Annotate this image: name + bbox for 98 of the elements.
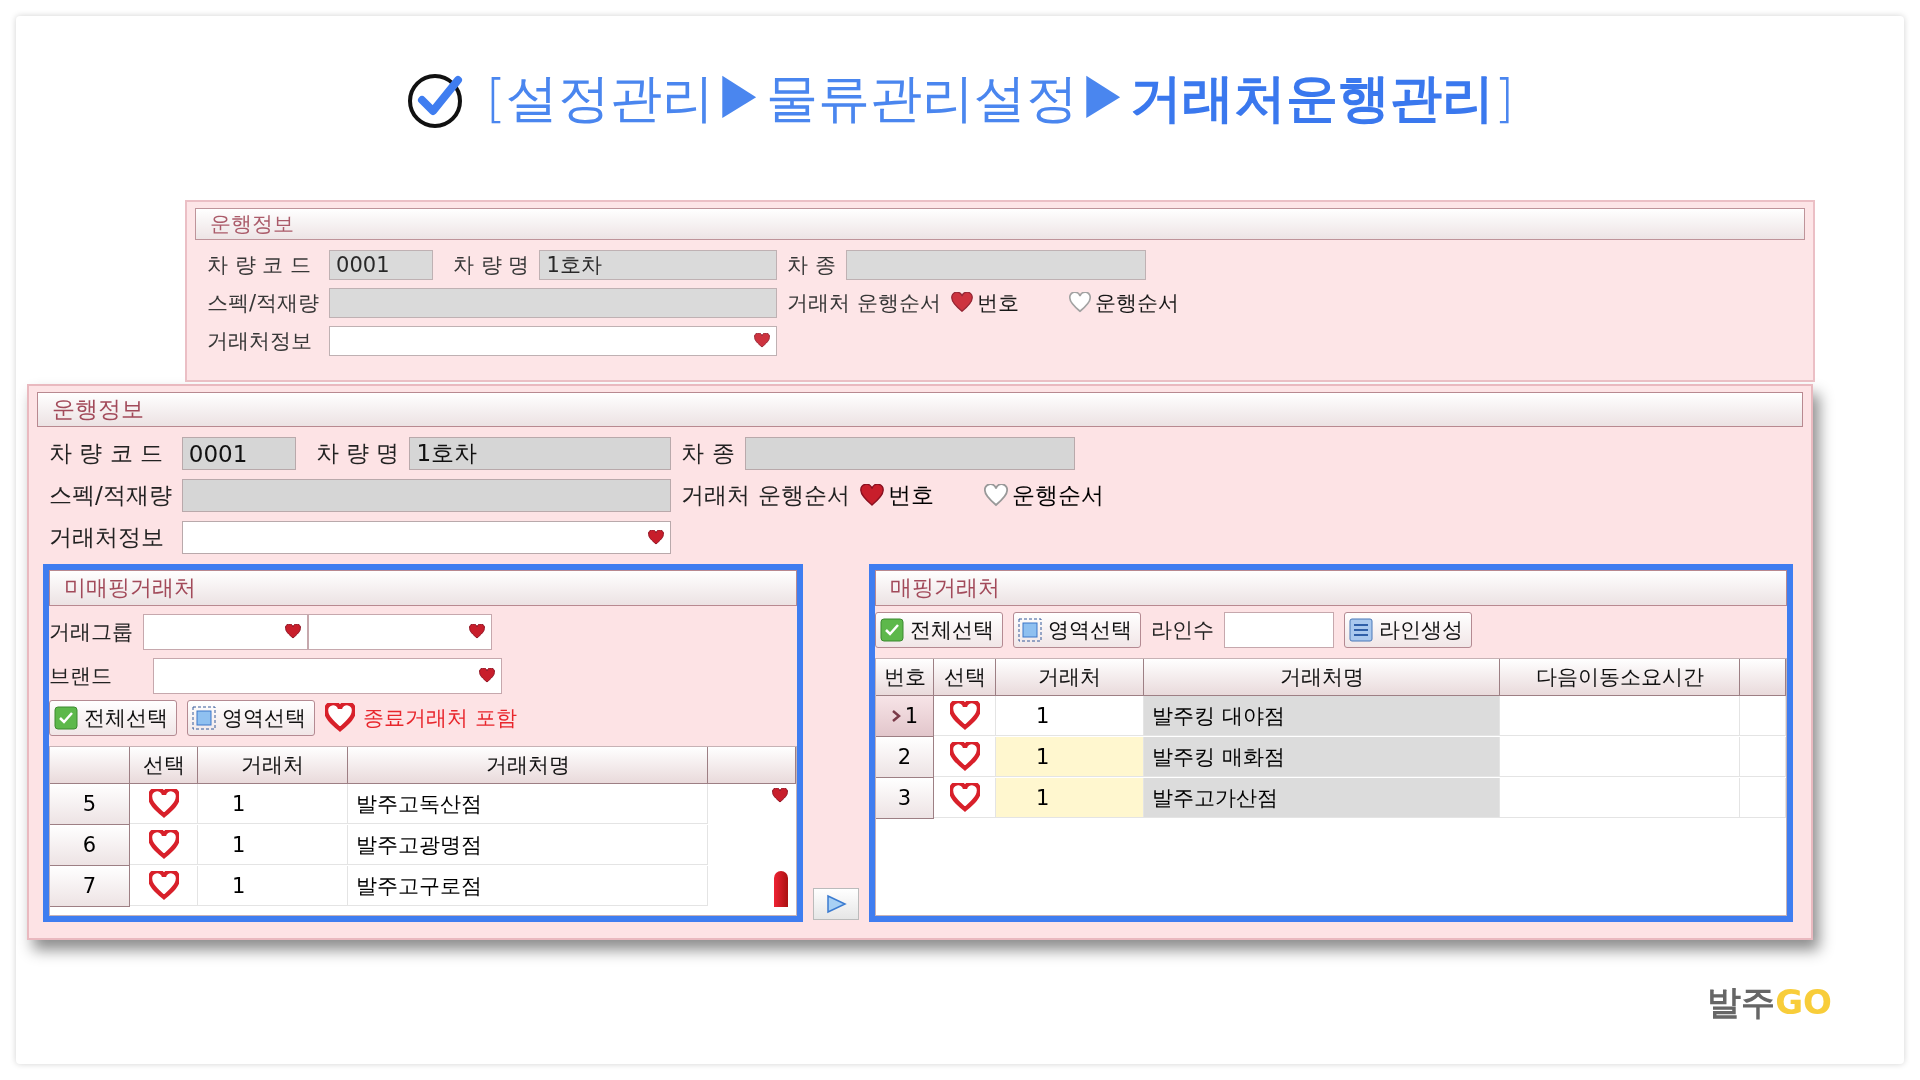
radio-option[interactable]: 운행순서 bbox=[983, 480, 1104, 511]
table-cell: 1 bbox=[996, 778, 1144, 818]
select-area-button[interactable]: 영역선택 bbox=[1013, 612, 1141, 648]
dropdown-field[interactable] bbox=[329, 326, 778, 356]
field-label: 거래처정보 bbox=[49, 523, 165, 552]
heart-checkbox-icon[interactable] bbox=[949, 700, 980, 731]
heart-icon bbox=[859, 483, 884, 508]
section-header: 운행정보 bbox=[37, 392, 1803, 427]
heart-icon bbox=[469, 624, 485, 640]
heart-checkbox-icon[interactable] bbox=[148, 829, 179, 860]
input-field[interactable] bbox=[744, 437, 1075, 470]
heart-icon bbox=[951, 292, 974, 314]
field-label: 차 종 bbox=[787, 252, 837, 279]
table-cell: 발주고구로점 bbox=[348, 866, 708, 906]
radio-option[interactable]: 번호 bbox=[859, 480, 934, 511]
heart-checkbox-icon[interactable] bbox=[148, 788, 179, 819]
list-icon bbox=[1349, 618, 1373, 642]
table-cell: 1 bbox=[198, 784, 348, 824]
table-cell: 발주킹 매화점 bbox=[1144, 737, 1500, 777]
move-right-button[interactable] bbox=[813, 888, 859, 920]
table-cell: 1 bbox=[198, 825, 348, 865]
heart-icon bbox=[983, 483, 1008, 508]
heart-checkbox-icon[interactable] bbox=[949, 741, 980, 772]
checkbox-icon bbox=[880, 618, 904, 642]
table-cell: 1 bbox=[198, 866, 348, 906]
column-header: 다음이동소요시간 bbox=[1500, 659, 1740, 696]
row-number: 2 bbox=[876, 737, 934, 778]
column-header: 거래처명 bbox=[348, 747, 708, 784]
input-field[interactable]: 0001 bbox=[329, 250, 434, 280]
row-number: 3 bbox=[876, 778, 934, 819]
scroll-up-icon bbox=[772, 788, 788, 804]
heart-checkbox-icon[interactable] bbox=[949, 782, 980, 813]
create-lines-button[interactable]: 라인생성 bbox=[1344, 612, 1472, 648]
table-cell: 발주고독산점 bbox=[348, 784, 708, 824]
scrollbar-thumb[interactable] bbox=[774, 871, 788, 907]
input-field[interactable] bbox=[1224, 612, 1334, 648]
checkbox-icon bbox=[54, 706, 78, 730]
dropdown-field[interactable] bbox=[143, 614, 308, 650]
page-title: [설정관리▶물류관리설정▶거래처운행관리] bbox=[485, 67, 1515, 130]
field-label: 라인수 bbox=[1151, 617, 1214, 644]
select-area-button[interactable]: 영역선택 bbox=[187, 700, 315, 736]
table-cell: 1 bbox=[996, 696, 1144, 736]
input-field[interactable] bbox=[846, 250, 1147, 280]
column-header: 선택 bbox=[934, 659, 996, 696]
column-header: 거래처명 bbox=[1144, 659, 1500, 696]
selection-icon bbox=[192, 706, 216, 730]
table-cell: 발주킹 대야점 bbox=[1144, 696, 1500, 736]
field-label: 차 량 명 bbox=[314, 439, 400, 468]
current-row-icon bbox=[890, 709, 901, 723]
table-cell: 1 bbox=[996, 737, 1144, 777]
field-label: 브랜드 bbox=[49, 663, 113, 690]
section-header: 미매핑거래처 bbox=[49, 570, 797, 606]
heart-icon bbox=[479, 668, 495, 684]
field-label: 차 종 bbox=[681, 439, 735, 468]
column-header: 번호 bbox=[876, 659, 934, 696]
field-label: 차 량 코 드 bbox=[207, 252, 313, 279]
radio-option[interactable]: 번호 bbox=[951, 289, 1020, 317]
dropdown-heart-icon bbox=[648, 529, 665, 546]
input-field[interactable]: 1호차 bbox=[539, 250, 778, 280]
dropdown-field[interactable] bbox=[153, 658, 502, 694]
input-field[interactable]: 1호차 bbox=[409, 437, 672, 470]
input-field[interactable]: 0001 bbox=[181, 437, 296, 470]
field-label: 차 량 코 드 bbox=[49, 439, 164, 468]
heart-icon bbox=[285, 624, 301, 640]
table-header bbox=[1740, 659, 1786, 696]
radio-option[interactable]: 운행순서 bbox=[1069, 289, 1180, 317]
row-number: 6 bbox=[50, 825, 130, 866]
section-header: 운행정보 bbox=[195, 208, 1805, 240]
heart-checkbox-icon[interactable] bbox=[148, 870, 179, 901]
heart-icon bbox=[1069, 292, 1092, 314]
dropdown-field[interactable] bbox=[308, 614, 492, 650]
column-header: 선택 bbox=[130, 747, 198, 784]
row-number: 5 bbox=[50, 784, 130, 825]
dropdown-heart-icon bbox=[754, 333, 771, 349]
field-label: 거래처 운행순서 bbox=[681, 481, 850, 510]
select-all-button[interactable]: 전체선택 bbox=[875, 612, 1003, 648]
select-all-button[interactable]: 전체선택 bbox=[49, 700, 177, 736]
play-icon bbox=[825, 894, 847, 914]
section-header: 매핑거래처 bbox=[875, 570, 1787, 606]
brand-logo: 발주GO bbox=[1707, 981, 1832, 1024]
input-field[interactable] bbox=[181, 479, 672, 512]
table-cell: 발주고광명점 bbox=[348, 825, 708, 865]
selection-icon bbox=[1018, 618, 1042, 642]
field-label: 거래처 운행순서 bbox=[787, 290, 942, 317]
checkbox[interactable]: 종료거래처 포함 bbox=[325, 703, 517, 733]
field-label: 차 량 명 bbox=[452, 252, 530, 279]
row-number: 7 bbox=[50, 866, 130, 907]
row-number: 1 bbox=[876, 696, 934, 737]
column-header: 거래처 bbox=[996, 659, 1144, 696]
heart-icon bbox=[325, 703, 355, 733]
field-label: 스펙/적재량 bbox=[207, 290, 320, 317]
dropdown-field[interactable] bbox=[181, 521, 672, 554]
field-label: 스펙/적재량 bbox=[49, 481, 172, 510]
column-header: 거래처 bbox=[198, 747, 348, 784]
table-cell: 발주고가산점 bbox=[1144, 778, 1500, 818]
field-label: 거래그룹 bbox=[49, 619, 133, 646]
input-field[interactable] bbox=[329, 288, 778, 318]
field-label: 거래처정보 bbox=[207, 328, 313, 355]
